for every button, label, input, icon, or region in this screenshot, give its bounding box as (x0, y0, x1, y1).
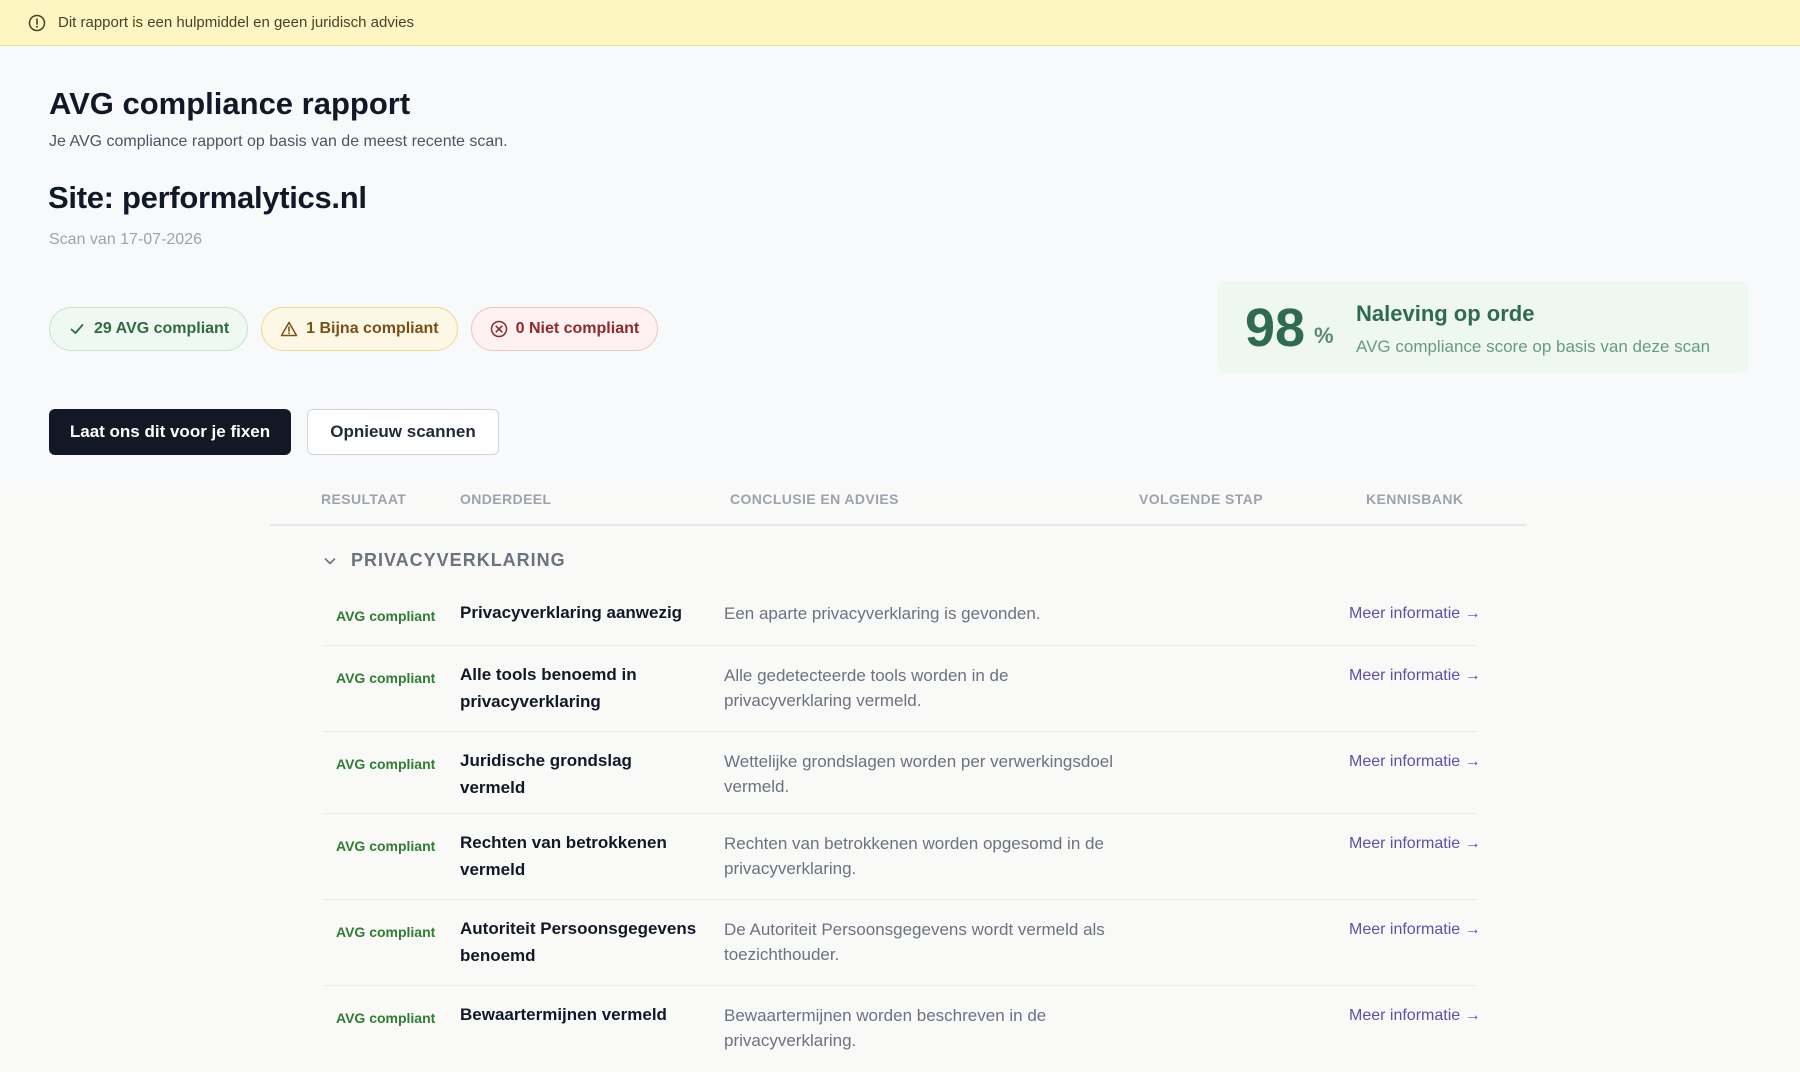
almost-compliant-count-label: 1 Bijna compliant (306, 320, 439, 337)
score-card: 98 % Naleving op orde AVG compliance sco… (1217, 281, 1748, 373)
row-description: Bewaartermijnen worden beschreven in de … (724, 1006, 1047, 1050)
table-row: AVG compliant Autoriteit Persoonsgegeven… (322, 900, 1481, 986)
x-circle-icon (490, 320, 508, 338)
site-title: Site: performalytics.nl (48, 180, 367, 215)
status-badge: AVG compliant (336, 1010, 436, 1026)
warning-triangle-icon (280, 320, 298, 338)
column-header-component: ONDERDEEL (460, 491, 552, 507)
row-description: De Autoriteit Persoonsgegevens wordt ver… (724, 920, 1105, 964)
summary-pills: 29 AVG compliant 1 Bijna compliant 0 Nie… (49, 307, 659, 351)
column-header-next-step: VOLGENDE STAP (1139, 491, 1263, 507)
row-title: Autoriteit Persoonsgegevens benoemd (460, 919, 697, 965)
table-header: RESULTAAT ONDERDEEL CONCLUSIE EN ADVIES … (270, 486, 1527, 526)
rescan-button[interactable]: Opnieuw scannen (307, 409, 499, 455)
score-unit: % (1314, 323, 1334, 348)
almost-compliant-count-badge[interactable]: 1 Bijna compliant (261, 307, 458, 351)
chevron-down-icon (322, 553, 338, 569)
status-badge: AVG compliant (336, 924, 436, 940)
table-row: AVG compliant Rechten van betrokkenen ve… (322, 814, 1481, 900)
status-badge: AVG compliant (336, 670, 436, 686)
row-description: Alle gedetecteerde tools worden in de pr… (724, 666, 1009, 710)
more-info-link[interactable]: Meer informatie → (1349, 753, 1481, 771)
row-title: Bewaartermijnen vermeld (460, 1005, 667, 1024)
scan-date: Scan van 17-07-2026 (49, 231, 202, 248)
score-description: AVG compliance score op basis van deze s… (1356, 337, 1711, 356)
info-circle-icon (28, 14, 46, 32)
page-subtitle: Je AVG compliance rapport op basis van d… (49, 133, 508, 150)
table-row: AVG compliant Bewaartermijnen vermeld Be… (322, 986, 1481, 1070)
row-title: Privacyverklaring aanwezig (460, 603, 683, 622)
compliant-count-label: 29 AVG compliant (94, 320, 230, 337)
compliant-count-badge[interactable]: 29 AVG compliant (49, 307, 249, 351)
table-row: AVG compliant Alle tools benoemd in priv… (322, 646, 1481, 732)
fix-for-me-button[interactable]: Laat ons dit voor je fixen (49, 409, 291, 455)
page-title: AVG compliance rapport (49, 86, 411, 121)
non-compliant-count-badge[interactable]: 0 Niet compliant (470, 307, 659, 351)
column-header-knowledge-base: KENNISBANK (1366, 491, 1464, 507)
score-value: 98 (1245, 298, 1306, 358)
status-badge: AVG compliant (336, 608, 436, 624)
non-compliant-count-label: 0 Niet compliant (515, 320, 640, 337)
table-row: AVG compliant Privacyverklaring aanwezig… (322, 588, 1481, 646)
section-title: PRIVACYVERKLARING (351, 550, 566, 570)
disclaimer-banner: Dit rapport is een hulpmiddel en geen ju… (0, 0, 1800, 46)
status-badge: AVG compliant (336, 838, 436, 854)
row-description: Rechten van betrokkenen worden opgesomd … (724, 834, 1104, 878)
row-description: Een aparte privacyverklaring is gevonden… (724, 604, 1041, 623)
check-icon (68, 320, 86, 338)
more-info-link[interactable]: Meer informatie → (1349, 835, 1481, 853)
more-info-link[interactable]: Meer informatie → (1349, 605, 1481, 623)
row-title: Rechten van betrokkenen vermeld (460, 833, 667, 879)
status-badge: AVG compliant (336, 756, 436, 772)
section-toggle-privacy-statement[interactable]: PRIVACYVERKLARING (322, 550, 566, 571)
more-info-link[interactable]: Meer informatie → (1349, 1007, 1481, 1025)
row-title: Alle tools benoemd in privacyverklaring (460, 665, 637, 711)
column-header-conclusion: CONCLUSIE EN ADVIES (730, 491, 899, 507)
score-title: Naleving op orde (1356, 301, 1535, 326)
column-header-result: RESULTAAT (321, 491, 407, 507)
table-row: AVG compliant Juridische grondslag verme… (322, 732, 1481, 814)
banner-text: Dit rapport is een hulpmiddel en geen ju… (58, 14, 415, 31)
more-info-link[interactable]: Meer informatie → (1349, 921, 1481, 939)
row-title: Juridische grondslag vermeld (460, 751, 632, 797)
row-description: Wettelijke grondslagen worden per verwer… (724, 752, 1114, 796)
more-info-link[interactable]: Meer informatie → (1349, 667, 1481, 685)
